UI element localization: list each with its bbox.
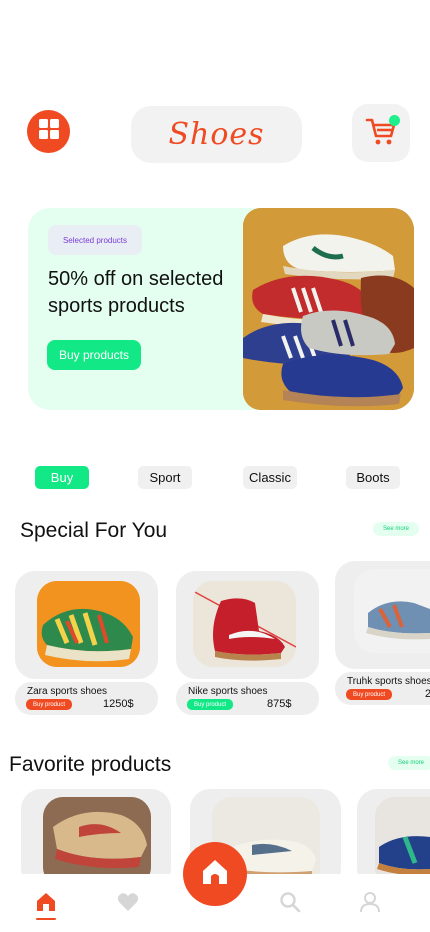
user-icon[interactable] (357, 889, 383, 915)
buy-products-button[interactable]: Buy products (47, 340, 141, 370)
search-icon[interactable] (277, 889, 303, 915)
special-section-title: Special For You (20, 519, 168, 542)
home-icon[interactable] (33, 889, 59, 915)
favorites-see-more-button[interactable]: See more (388, 756, 430, 770)
buy-product-button[interactable]: Buy product (187, 699, 233, 710)
center-home-button[interactable] (183, 842, 247, 906)
product-info-truhk: Truhk sports shoes Buy product 2 (335, 672, 430, 705)
product-price: 875$ (267, 698, 292, 710)
buy-product-button[interactable]: Buy product (346, 689, 392, 700)
product-info-zara: Zara sports shoes Buy product 1250$ (15, 682, 158, 715)
heart-icon[interactable] (115, 889, 141, 915)
product-price: 1250$ (103, 698, 134, 710)
logo-text: Shoes (168, 117, 265, 152)
cart-badge (389, 115, 400, 126)
favorites-section-title: Favorite products (9, 753, 172, 776)
truhk-shoe-image (354, 569, 430, 653)
category-buy[interactable]: Buy (35, 466, 89, 489)
product-name: Nike sports shoes (188, 686, 268, 697)
banner-shoes-image (243, 208, 414, 410)
special-see-more-button[interactable]: See more (373, 522, 419, 536)
cart-button[interactable] (352, 104, 410, 162)
category-sport[interactable]: Sport (138, 466, 192, 489)
category-classic[interactable]: Classic (243, 466, 297, 489)
selected-products-chip: Selected products (48, 225, 142, 255)
product-info-nike: Nike sports shoes Buy product 875$ (176, 682, 319, 715)
buy-product-button[interactable]: Buy product (26, 699, 72, 710)
category-boots[interactable]: Boots (346, 466, 400, 489)
active-tab-indicator (36, 918, 56, 920)
grid-icon (38, 118, 60, 145)
promo-banner: Selected products 50% off on selected sp… (28, 208, 414, 410)
product-card-truhk[interactable] (335, 561, 430, 669)
banner-title: 50% off on selected sports products (48, 268, 224, 317)
product-card-nike[interactable] (176, 571, 319, 679)
zara-shoe-image (37, 581, 140, 667)
menu-button[interactable] (27, 110, 70, 153)
home-icon (200, 857, 230, 892)
product-card-zara[interactable] (15, 571, 158, 679)
product-price: 2 (425, 688, 430, 700)
logo: Shoes (131, 106, 302, 163)
product-name: Zara sports shoes (27, 686, 108, 697)
nike-shoe-image (193, 581, 296, 667)
product-name: Truhk sports shoes (347, 676, 430, 687)
